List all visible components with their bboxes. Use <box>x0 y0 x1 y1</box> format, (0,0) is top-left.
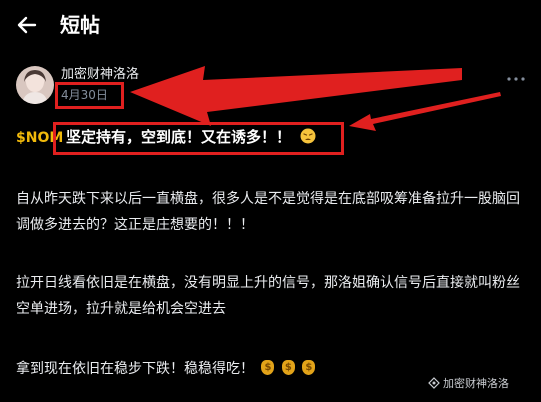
money-bag-emoji <box>261 360 275 375</box>
money-bag-emoji <box>281 360 295 375</box>
page-title: 短帖 <box>60 13 100 37</box>
top-bar: 短帖 <box>0 0 541 54</box>
watermark-text: 加密财神洛洛 <box>443 377 509 390</box>
watermark: 加密财神洛洛 <box>428 377 509 391</box>
watermark-logo-icon <box>428 377 440 389</box>
avatar[interactable] <box>16 66 54 104</box>
avatar-image <box>22 70 48 104</box>
paragraph-1: 自从昨天跌下来以后一直横盘，很多人是不是觉得是在底部吸筹准备拉升一股脑回调做多进… <box>16 191 520 233</box>
more-icon[interactable] <box>506 74 526 84</box>
money-bag-emoji <box>302 360 316 375</box>
annotation-box-headline <box>53 122 344 155</box>
paragraph-2: 拉开日线看依旧是在横盘，没有明显上升的信号，那洛姐确认信号后直接就叫粉丝空单进场… <box>16 275 520 317</box>
back-arrow-icon[interactable] <box>14 12 40 38</box>
paragraph-3-text: 拿到现在依旧在稳步下跌！稳稳得吃！ <box>16 361 254 377</box>
annotation-box-date <box>55 82 124 109</box>
